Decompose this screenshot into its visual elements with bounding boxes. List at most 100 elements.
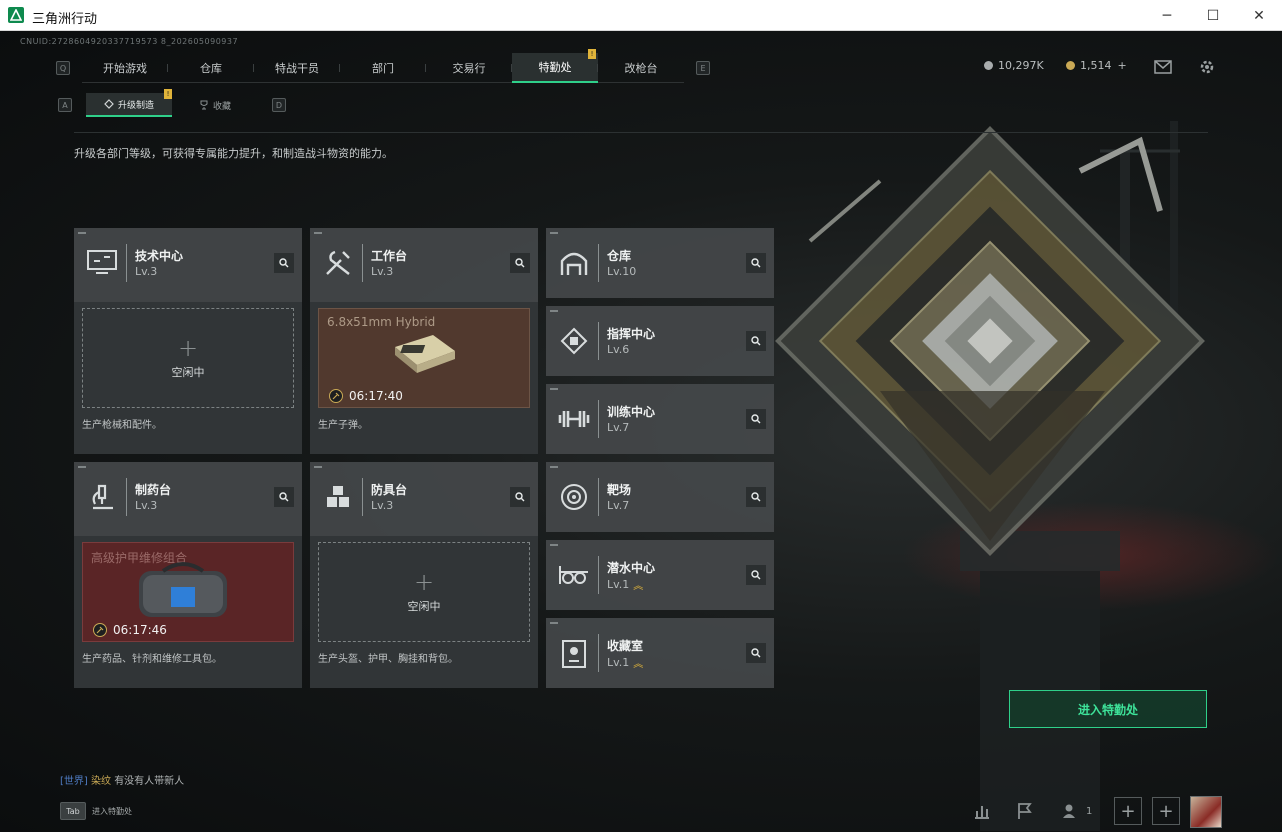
plus-icon: + <box>177 334 199 362</box>
card-divider <box>362 244 363 282</box>
production-slot-active[interactable]: 高级护甲维修组合 06:17:46 <box>82 542 294 642</box>
search-icon[interactable] <box>510 253 530 273</box>
facility-card-command-center[interactable]: 指挥中心 Lv.6 <box>546 306 774 376</box>
subtab-collection[interactable]: 收藏 <box>172 93 258 117</box>
tab-warehouse[interactable]: 仓库 <box>168 53 254 83</box>
chat-user: 染纹 <box>91 776 111 787</box>
timer-value: 06:17:40 <box>349 389 403 403</box>
tab-special-ops[interactable]: 特勤处 ! <box>512 49 598 83</box>
flag-icon[interactable] <box>1010 797 1038 825</box>
facility-level: Lv.1 ︽ <box>607 655 643 670</box>
facility-level: Lv.7 <box>607 421 629 434</box>
friends-indicator[interactable]: 1 <box>1062 803 1092 819</box>
wrench-timer-icon <box>93 623 107 637</box>
trophy-icon <box>556 635 592 671</box>
silver-amount: 10,297K <box>998 59 1044 72</box>
subnav-next-key-hint[interactable]: D <box>272 98 286 112</box>
level-text: Lv.7 <box>607 499 630 512</box>
slot-status: 空闲中 <box>407 600 441 613</box>
settings-gear-icon[interactable] <box>1197 57 1217 77</box>
warehouse-icon <box>556 245 592 281</box>
trophy-small-icon <box>200 100 208 110</box>
facility-level: Lv.3 <box>371 499 394 512</box>
search-icon[interactable] <box>746 331 766 351</box>
facility-card-training-center[interactable]: 训练中心 Lv.7 <box>546 384 774 454</box>
subtab-upgrade-craft[interactable]: 升级制造 ! <box>86 89 172 117</box>
search-icon[interactable] <box>746 565 766 585</box>
card-header[interactable]: 工作台 Lv.3 <box>310 228 538 298</box>
card-divider <box>598 244 599 282</box>
level-text: Lv.10 <box>607 265 637 278</box>
main-tabs: 开始游戏 仓库 特战干员 部门 交易行 特勤处 ! 改枪台 <box>82 49 684 83</box>
search-icon[interactable] <box>274 253 294 273</box>
tab-start-game[interactable]: 开始游戏 <box>82 53 168 83</box>
upgrade-available-icon: ︽ <box>633 659 644 670</box>
card-body: + 空闲中 生产枪械和配件。 <box>74 302 302 454</box>
search-icon[interactable] <box>274 487 294 507</box>
facility-name: 防具台 <box>371 483 408 497</box>
card-body: + 空闲中 生产头盔、护甲、胸挂和背包。 <box>310 536 538 688</box>
search-icon[interactable] <box>746 487 766 507</box>
facility-level: Lv.7 <box>607 499 629 512</box>
tab-gunsmith[interactable]: 改枪台 <box>598 53 684 83</box>
facility-name: 潜水中心 <box>607 561 656 575</box>
wrench-timer-icon <box>329 389 343 403</box>
goggles-icon <box>556 557 592 593</box>
search-icon[interactable] <box>746 409 766 429</box>
plus-icon: + <box>413 568 435 596</box>
window-title: 三角洲行动 <box>32 12 98 27</box>
facility-card-collection-room[interactable]: 收藏室 Lv.1 ︽ <box>546 618 774 688</box>
minimize-button[interactable]: ─ <box>1144 0 1190 31</box>
card-divider <box>126 244 127 282</box>
add-teammate-button[interactable]: + <box>1152 797 1180 825</box>
facility-card-warehouse[interactable]: 仓库 Lv.10 <box>546 228 774 298</box>
facility-name: 收藏室 <box>607 639 644 653</box>
facility-card-diving-center[interactable]: 潜水中心 Lv.1 ︽ <box>546 540 774 610</box>
production-slot-active[interactable]: 6.8x51mm Hybrid 06:17:40 <box>318 308 530 408</box>
level-text: Lv.1 <box>607 656 630 669</box>
stats-chart-icon[interactable] <box>968 797 996 825</box>
add-teammate-button[interactable]: + <box>1114 797 1142 825</box>
tab-department[interactable]: 部门 <box>340 53 426 83</box>
notification-badge: ! <box>588 49 596 59</box>
production-slot-empty[interactable]: + 空闲中 <box>318 542 530 642</box>
facility-card-pharmacy: 制药台 Lv.3 高级护甲维修组合 06:17:46 生产药品、针剂和维修工具包… <box>74 462 302 688</box>
avatar[interactable] <box>1190 796 1222 828</box>
production-timer: 06:17:46 <box>93 623 167 637</box>
search-icon[interactable] <box>510 487 530 507</box>
tab-special-ops-label: 特勤处 <box>538 61 572 74</box>
maximize-button[interactable]: ☐ <box>1190 0 1236 31</box>
production-slot-empty[interactable]: + 空闲中 <box>82 308 294 408</box>
subtab-collection-label: 收藏 <box>212 101 231 112</box>
subnav-prev-key-hint[interactable]: A <box>58 98 72 112</box>
card-divider <box>598 478 599 516</box>
search-icon[interactable] <box>746 643 766 663</box>
dumbbell-icon <box>556 401 592 437</box>
card-header[interactable]: 防具台 Lv.3 <box>310 462 538 532</box>
gold-amount: 1,514 <box>1080 59 1112 72</box>
page-description: 升级各部门等级，可获得专属能力提升，和制造战斗物资的能力。 <box>74 147 393 160</box>
card-header[interactable]: 技术中心 Lv.3 <box>74 228 302 298</box>
facility-name: 训练中心 <box>607 405 656 419</box>
ammo-box-image <box>395 335 455 373</box>
close-button[interactable]: ✕ <box>1236 0 1282 31</box>
sub-navigation: A 升级制造 ! 收藏 D <box>58 89 286 117</box>
search-icon[interactable] <box>746 253 766 273</box>
facility-card-shooting-range[interactable]: 靶场 Lv.7 <box>546 462 774 532</box>
gold-add-button[interactable]: + <box>1118 59 1127 72</box>
card-divider <box>126 478 127 516</box>
tab-operators[interactable]: 特战干员 <box>254 53 340 83</box>
mail-icon[interactable] <box>1153 57 1173 77</box>
enter-special-ops-button[interactable]: 进入特勤处 <box>1009 690 1207 728</box>
chat-line[interactable]: [世界] 染纹 有没有人带新人 <box>60 772 184 787</box>
level-text: Lv.7 <box>607 421 630 434</box>
nav-prev-key-hint[interactable]: Q <box>56 61 70 75</box>
gold-currency[interactable]: 1,514 + <box>1066 59 1127 72</box>
facility-name: 工作台 <box>371 249 408 263</box>
tab-shortcut-hint[interactable]: Tab 进入特勤处 <box>60 802 132 820</box>
tab-trading[interactable]: 交易行 <box>426 53 512 83</box>
item-name: 6.8x51mm Hybrid <box>327 315 436 329</box>
card-header[interactable]: 制药台 Lv.3 <box>74 462 302 532</box>
facility-card-workbench: 工作台 Lv.3 6.8x51mm Hybrid 06:17:40 生产子弹。 <box>310 228 538 454</box>
nav-next-key-hint[interactable]: E <box>696 61 710 75</box>
